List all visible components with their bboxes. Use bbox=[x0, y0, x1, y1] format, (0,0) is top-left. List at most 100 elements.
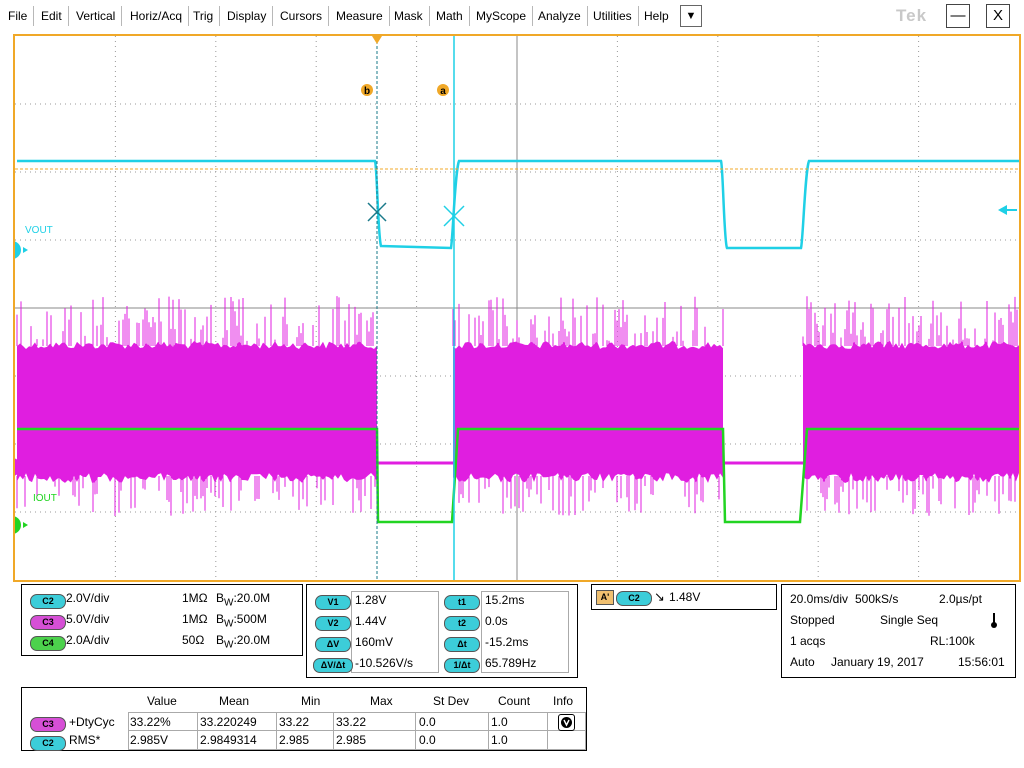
menu-dropdown-button[interactable]: ▼ bbox=[680, 5, 702, 27]
graticule bbox=[15, 36, 1019, 580]
menu-horiz-acq[interactable]: Horiz/Acq bbox=[124, 6, 190, 26]
cursor-delta-v-value: 160mV bbox=[355, 635, 394, 649]
meas-header-stdev: St Dev bbox=[433, 694, 470, 708]
ch4-bandwidth: BW:20.0M bbox=[216, 633, 271, 651]
meas2-mean: 2.9849314 bbox=[200, 733, 257, 747]
cursor-readout-panel[interactable]: V1 1.28V t1 15.2ms V2 1.44V t2 0.0s ΔV 1… bbox=[306, 584, 578, 678]
meas1-value: 33.22% bbox=[130, 715, 171, 729]
sample-rate-value: 500kS/s bbox=[855, 592, 899, 606]
menu-edit[interactable]: Edit bbox=[35, 6, 69, 26]
ch2-bandwidth: BW:20.0M bbox=[216, 591, 271, 609]
trigger-position-marker[interactable] bbox=[372, 36, 382, 44]
meas1-count: 1.0 bbox=[491, 715, 508, 729]
ch3-bandwidth: BW:500M bbox=[216, 612, 267, 630]
meas2-max: 2.985 bbox=[336, 733, 367, 747]
meas-header-value: Value bbox=[147, 694, 177, 708]
acq-state: Stopped bbox=[790, 613, 835, 627]
ch2-impedance: 1MΩ bbox=[182, 591, 208, 605]
menu-measure[interactable]: Measure bbox=[330, 6, 390, 26]
menu-vertical[interactable]: Vertical bbox=[70, 6, 123, 26]
meas-col-divider bbox=[197, 712, 198, 749]
ch2-label: VOUT bbox=[25, 225, 53, 236]
cursor-v2-value: 1.44V bbox=[355, 614, 387, 628]
cursor-dv-dt-value: -10.526V/s bbox=[355, 656, 414, 670]
meas1-mean: 33.220249 bbox=[200, 715, 257, 729]
ch3-scale: 5.0V/div bbox=[66, 612, 110, 626]
channel-settings-panel: C2 2.0V/div 1MΩ BW:20.0M C3 5.0V/div 1MΩ… bbox=[21, 584, 303, 656]
meas-header-min: Min bbox=[301, 694, 321, 708]
cursor-delta-t-value: -15.2ms bbox=[485, 635, 529, 649]
meas1-name: +DtyCyc bbox=[69, 715, 115, 729]
falling-edge-icon: ↘ bbox=[654, 589, 665, 604]
meas1-stdev: 0.0 bbox=[419, 715, 436, 729]
ch2-marker[interactable] bbox=[15, 241, 28, 259]
cursor-t1-value: 15.2ms bbox=[485, 593, 525, 607]
menu-display[interactable]: Display bbox=[221, 6, 274, 26]
ch4-impedance: 50Ω bbox=[182, 633, 205, 647]
traces bbox=[16, 159, 1019, 524]
acquisition-panel[interactable]: 20.0ms/div 500kS/s 2.0µs/pt Stopped Sing… bbox=[781, 584, 1016, 678]
meas1-source-badge[interactable]: C3 bbox=[30, 717, 66, 732]
menu-trig[interactable]: Trig bbox=[187, 6, 221, 26]
resolution-value: 2.0µs/pt bbox=[939, 592, 982, 606]
dv-dt-badge: ΔV/Δt bbox=[313, 658, 353, 673]
meas1-min: 33.22 bbox=[279, 715, 310, 729]
t2-badge: t2 bbox=[444, 616, 480, 631]
ch3-settings-row[interactable]: C3 bbox=[30, 614, 66, 630]
cursor-t2-value: 0.0s bbox=[485, 614, 508, 628]
trigger-mode: Auto bbox=[790, 655, 815, 669]
acq-mode: Single Seq bbox=[880, 613, 939, 627]
acq-time: 15:56:01 bbox=[958, 655, 1005, 669]
meas-col-divider bbox=[276, 712, 277, 749]
acq-date: January 19, 2017 bbox=[831, 655, 924, 669]
menu-file[interactable]: File bbox=[2, 6, 35, 26]
inv-dt-badge: 1/Δt bbox=[444, 658, 480, 673]
meas-header-count: Count bbox=[498, 694, 531, 708]
waveform-display[interactable]: b a VOUT IOUT 2 3 4 bbox=[13, 34, 1021, 582]
ch2-waveform bbox=[17, 159, 1019, 250]
meas2-value: 2.985V bbox=[130, 733, 169, 747]
trigger-source-badge: C2 bbox=[616, 591, 652, 606]
menu-mask[interactable]: Mask bbox=[388, 6, 430, 26]
thermometer-icon bbox=[990, 613, 998, 629]
ch4-badge[interactable]: C4 bbox=[30, 636, 66, 651]
menu-math[interactable]: Math bbox=[430, 6, 470, 26]
cursor-inv-dt-value: 65.789Hz bbox=[485, 656, 537, 670]
ch3-badge[interactable]: C3 bbox=[30, 615, 66, 630]
cursor-a-marker-label: a bbox=[440, 86, 446, 97]
cursor-b-marker-label: b bbox=[364, 86, 370, 97]
menu-cursors[interactable]: Cursors bbox=[274, 6, 330, 26]
ch4-label: IOUT bbox=[33, 493, 57, 504]
tek-logo: Tek bbox=[896, 6, 928, 25]
menu-utilities[interactable]: Utilities bbox=[587, 6, 639, 26]
meas-header-mean: Mean bbox=[219, 694, 250, 708]
meas1-max: 33.22 bbox=[336, 715, 367, 729]
delta-t-badge: Δt bbox=[444, 637, 480, 652]
delta-v-badge: ΔV bbox=[315, 637, 351, 652]
meas-col-divider bbox=[333, 712, 334, 749]
meas2-stdev: 0.0 bbox=[419, 733, 436, 747]
cursor-v1-value: 1.28V bbox=[355, 593, 387, 607]
menu-myscope[interactable]: MyScope bbox=[470, 6, 534, 26]
ch4-marker[interactable] bbox=[15, 516, 28, 534]
meas-header-info: Info bbox=[553, 694, 574, 708]
trigger-panel[interactable]: A' C2 ↘ 1.48V bbox=[591, 584, 777, 610]
ch2-settings-row[interactable]: C2 bbox=[30, 593, 66, 609]
meas2-min: 2.985 bbox=[279, 733, 310, 747]
menu-bar: File Edit Vertical Horiz/Acq Trig Displa… bbox=[0, 0, 1024, 32]
warning-info-icon[interactable] bbox=[558, 714, 575, 731]
menu-analyze[interactable]: Analyze bbox=[532, 6, 588, 26]
meas-header-max: Max bbox=[370, 694, 393, 708]
meas2-name: RMS* bbox=[69, 733, 101, 747]
meas2-count: 1.0 bbox=[491, 733, 508, 747]
trigger-level-arrow[interactable] bbox=[998, 205, 1007, 215]
ch4-settings-row[interactable]: C4 bbox=[30, 635, 66, 651]
ch2-badge[interactable]: C2 bbox=[30, 594, 66, 609]
t1-badge: t1 bbox=[444, 595, 480, 610]
minimize-button[interactable]: — bbox=[946, 4, 970, 28]
ch2-scale: 2.0V/div bbox=[66, 591, 110, 605]
meas2-source-badge[interactable]: C2 bbox=[30, 736, 66, 751]
measurement-panel[interactable]: Value Mean Min Max St Dev Count Info C3 … bbox=[21, 687, 587, 751]
close-button[interactable]: X bbox=[986, 4, 1010, 28]
menu-help[interactable]: Help bbox=[638, 6, 675, 26]
